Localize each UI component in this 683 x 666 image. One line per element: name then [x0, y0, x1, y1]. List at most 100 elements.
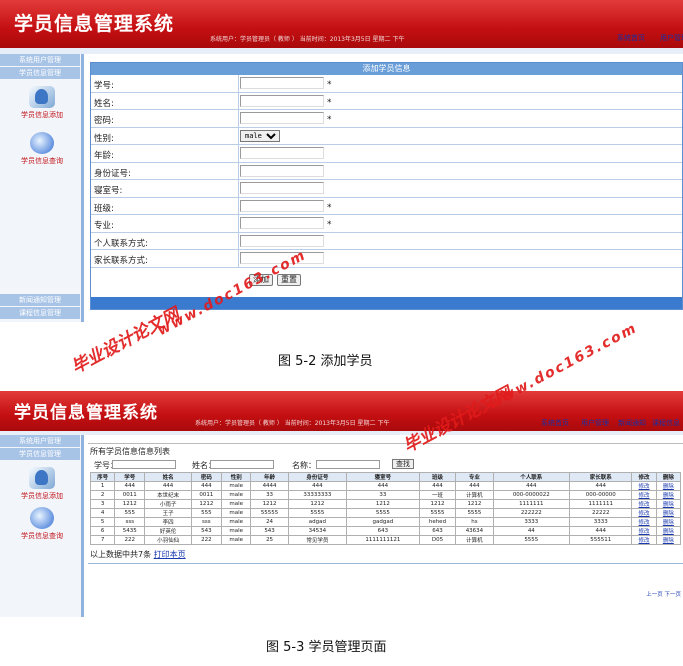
table-cell: 543: [190, 526, 222, 536]
student-name-input[interactable]: [240, 94, 324, 107]
sidebar-item-label: 学员信息添加: [21, 492, 63, 500]
table-cell: 4: [89, 508, 116, 518]
table-cell: 5555: [346, 508, 420, 518]
app-title: 学员信息管理系统: [14, 13, 175, 35]
table-cell: sss: [114, 517, 146, 527]
nav-link-news[interactable]: 新闻通知: [618, 418, 646, 428]
table-row: 7 222 小羽仙仙 222 male 25 常见学员 1111111121 D05 计算机 555…: [89, 535, 682, 545]
edit-link[interactable]: 修改: [631, 526, 657, 536]
nav-link-users[interactable]: 用户管理: [660, 33, 683, 43]
sidebar-head-news[interactable]: 新闻通知管理: [0, 294, 80, 306]
sidebar-head-students[interactable]: 学员信息管理: [0, 67, 80, 79]
sidebar-head-users[interactable]: 系统用户管理: [0, 54, 80, 66]
nav-link-home[interactable]: 系统首页: [541, 418, 569, 428]
header-info: 系统用户：学员管理员（ 教师 ） 当前时间：2013年3月5日 星期二 下午: [210, 36, 405, 43]
delete-link[interactable]: 删除: [655, 490, 682, 500]
sidebar-head-students[interactable]: 学员信息管理: [0, 448, 80, 460]
sidebar-head-courses[interactable]: 课程信息管理: [0, 307, 80, 319]
table-cell: 24: [250, 517, 289, 527]
search-label-class: 名称：: [292, 461, 316, 470]
app-title: 学员信息管理系统: [14, 403, 158, 423]
delete-link[interactable]: 删除: [655, 481, 682, 491]
table-cell: 4444: [250, 481, 289, 491]
column-header: 身份证号: [287, 472, 348, 482]
table-cell: adgad: [287, 517, 348, 527]
sidebar: 系统用户管理 学员信息管理 学员信息添加 学员信息查询: [0, 435, 84, 617]
sidebar-item-query-student[interactable]: 学员信息查询: [12, 507, 72, 541]
gender-select[interactable]: male: [240, 129, 280, 142]
class-input[interactable]: [240, 199, 324, 212]
edit-link[interactable]: 修改: [631, 535, 657, 545]
sidebar-item-add-student[interactable]: 学员信息添加: [12, 86, 72, 120]
table-cell: 444: [418, 481, 457, 491]
table-cell: 543: [250, 526, 289, 536]
form-row-personal-contact: 个人联系方式:: [91, 232, 682, 250]
table-cell: 444: [569, 481, 633, 491]
column-header: 班级: [418, 472, 457, 482]
edit-link[interactable]: 修改: [631, 517, 657, 527]
password-input[interactable]: [240, 112, 324, 124]
delete-link[interactable]: 删除: [655, 517, 682, 527]
table-row: 4 555 王子 555 male 55555 5555 5555 5555 5555 222222…: [89, 508, 682, 518]
table-cell: 555: [190, 508, 222, 518]
search-class-input[interactable]: [316, 460, 380, 469]
nav-link-users[interactable]: 用户管理: [581, 418, 609, 428]
form-row-id: 学号: *: [91, 75, 682, 93]
field-label: 学号:: [94, 81, 114, 91]
student-query-icon: [30, 132, 54, 154]
edit-link[interactable]: 修改: [631, 499, 657, 509]
table-cell: 李四: [144, 517, 192, 527]
field-label: 家长联系方式:: [94, 256, 148, 266]
edit-link[interactable]: 修改: [631, 490, 657, 500]
sidebar-item-add-student[interactable]: 学员信息添加: [12, 467, 72, 501]
print-link[interactable]: 打印本页: [154, 550, 186, 559]
table-cell: 1212: [190, 499, 222, 509]
table-cell: 444: [346, 481, 420, 491]
search-id-input[interactable]: [112, 460, 176, 469]
nav-link-home[interactable]: 系统首页: [617, 33, 645, 43]
form-row-class: 班级: *: [91, 197, 682, 215]
personal-contact-input[interactable]: [240, 234, 324, 247]
sidebar-item-query-student[interactable]: 学员信息查询: [12, 132, 72, 166]
delete-link[interactable]: 删除: [655, 508, 682, 518]
form-row-dorm: 寝室号:: [91, 180, 682, 198]
age-input[interactable]: [240, 147, 324, 159]
pagination-links[interactable]: 上一页 下一页: [646, 590, 681, 598]
list-footer: 以上数据中共7条 打印本页: [90, 549, 186, 560]
idcard-input[interactable]: [240, 164, 324, 177]
table-row: 6 5435 好英伦 543 male 543 34534 643 643 43634 44 444 修…: [89, 526, 682, 536]
table-cell: 5555: [492, 535, 571, 545]
search-button[interactable]: 查找: [392, 459, 414, 469]
nav-link-courses[interactable]: 课程信息: [652, 418, 680, 428]
major-input[interactable]: [240, 217, 324, 229]
table-cell: 1111111: [492, 499, 571, 509]
table-cell: sss: [190, 517, 222, 527]
delete-link[interactable]: 删除: [655, 499, 682, 509]
delete-link[interactable]: 删除: [655, 526, 682, 536]
table-cell: 王子: [144, 508, 192, 518]
field-label: 个人联系方式:: [94, 238, 148, 249]
edit-link[interactable]: 修改: [631, 508, 657, 518]
student-add-icon: [29, 467, 55, 489]
table-row: 2 0011 本世纪末 0011 male 33 33333333 33 一班 计算机 000-00…: [89, 490, 682, 500]
column-header: 家长联系: [569, 472, 633, 482]
dorm-input[interactable]: [240, 182, 324, 194]
sidebar-head-users[interactable]: 系统用户管理: [0, 435, 80, 447]
student-list-screenshot: 学员信息管理系统 系统用户：学员管理员（ 教师 ） 当前时间：2013年3月5日…: [0, 391, 683, 617]
required-mark: *: [327, 202, 332, 213]
table-cell: 44: [492, 526, 571, 536]
panel-title: 添加学员信息: [91, 63, 682, 75]
form-row-gender: 性别: male: [91, 127, 682, 145]
table-cell: 000-00000: [569, 490, 633, 500]
edit-link[interactable]: 修改: [631, 481, 657, 491]
column-header: 删除: [655, 472, 682, 482]
table-cell: 1212: [287, 499, 348, 509]
required-mark: *: [327, 220, 332, 230]
table-cell: 1212: [250, 499, 289, 509]
sidebar-item-label: 学员信息添加: [21, 111, 63, 119]
delete-link[interactable]: 删除: [655, 535, 682, 545]
search-name-input[interactable]: [210, 460, 274, 469]
student-id-input[interactable]: [240, 77, 324, 89]
table-cell: 7: [89, 535, 116, 545]
table-cell: male: [220, 526, 252, 536]
